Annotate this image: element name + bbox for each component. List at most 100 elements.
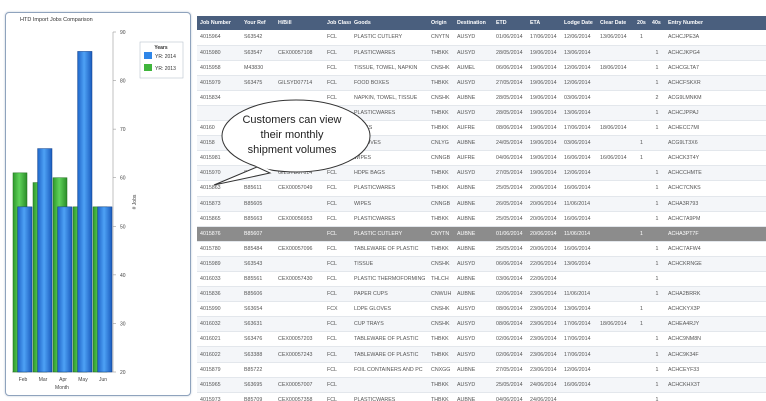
- table-cell: [634, 120, 649, 137]
- table-cell: 4015873: [197, 196, 241, 212]
- table-cell: FCL: [324, 211, 351, 227]
- column-header[interactable]: Job Class: [324, 16, 351, 30]
- table-cell: CEX00057358: [275, 392, 324, 401]
- table-row[interactable]: 4015863 B85611 CEX00057049 FCL PLASTICWARES T…: [197, 180, 766, 197]
- table-cell: [634, 241, 649, 257]
- bar-2014-jun: [97, 206, 113, 373]
- table-row[interactable]: 4016021 S63476 CEX00057203 FCL TABLEWARE OF …: [197, 331, 766, 348]
- table-cell: ACHCKYX3P: [665, 301, 766, 318]
- table-cell: 19/06/2014: [527, 90, 561, 106]
- table-row[interactable]: 4015879 B85722 FCL FOIL CONTAINERS AND PC CN…: [197, 362, 766, 378]
- table-cell: FCL: [324, 377, 351, 393]
- column-header[interactable]: Origin: [428, 16, 454, 30]
- table-cell: S63252: [241, 165, 275, 182]
- column-header[interactable]: Lodge Date: [561, 16, 597, 30]
- table-cell: FCL: [324, 60, 351, 76]
- table-row[interactable]: 4015876 B85607 FCL PLASTIC CUTLERY CNYTN AUBN…: [197, 226, 766, 242]
- table-cell: 1: [649, 362, 665, 378]
- column-header[interactable]: Destination: [454, 16, 493, 30]
- table-cell: 1: [649, 241, 665, 257]
- table-cell: LDPE GLOVES: [351, 301, 428, 318]
- table-cell: AUBNE: [454, 135, 493, 152]
- table-row[interactable]: 4016022 S63388 CEX00057243 FCL TABLEWARE OF …: [197, 346, 766, 363]
- table-cell: AUSYD: [454, 75, 493, 91]
- table-cell: 4016021: [197, 331, 241, 348]
- table-row[interactable]: 4015990 S63654 FCX LDPE GLOVES CNSHK AUSYD 08/…: [197, 301, 766, 318]
- table-row[interactable]: 4016032 S63631 FCL CUP TRAYS CNSHK AUSYD 08/06…: [197, 316, 766, 333]
- table-row[interactable]: 4015965 S63695 CEX00057007 FCL THBKK AUSYD 25/…: [197, 377, 766, 393]
- table-cell: AUBNE: [454, 362, 493, 378]
- y-tick-label: 20: [120, 370, 126, 376]
- table-cell: THBKK: [428, 165, 454, 182]
- table-row[interactable]: 4015979 S63475 GILSYD07714 FCL FOOD BOXES THB…: [197, 75, 766, 91]
- column-header[interactable]: Clear Date: [597, 16, 634, 30]
- table-cell: 25/05/2014: [493, 241, 527, 257]
- table-header-row: Job Number Your Ref H/Bill Job Class Goods Or…: [197, 16, 766, 30]
- table-cell: 04/06/2014: [493, 150, 527, 167]
- callout-line-3: shipment volumes: [247, 144, 337, 156]
- table-row[interactable]: 4015970 S63252 GILSYD07614 FCL HDPE BAGS THBK…: [197, 165, 766, 182]
- bar-2014-apr: [57, 206, 73, 373]
- table-cell: FCL: [324, 196, 351, 212]
- column-header[interactable]: ETD: [493, 16, 527, 30]
- column-header[interactable]: Your Ref: [241, 16, 275, 30]
- table-row[interactable]: 4015780 B85484 CEX00057096 FCL TABLEWARE OF …: [197, 241, 766, 257]
- table-cell: 13/06/2014: [561, 301, 597, 318]
- table-cell: AUBNE: [454, 211, 493, 227]
- table-row[interactable]: 4015980 S63547 CEX00057108 FCL PLASTICWARES T…: [197, 45, 766, 61]
- table-cell: S63654: [241, 301, 275, 318]
- table-cell: PLASTICWARES: [351, 211, 428, 227]
- table-row[interactable]: 4015989 S63543 FCL TISSUE CNSHK AUSYD 06/06/20…: [197, 256, 766, 273]
- column-header[interactable]: Job Number: [197, 16, 241, 30]
- table-cell: 19/06/2014: [527, 105, 561, 122]
- table-cell: THBKK: [428, 105, 454, 122]
- table-cell: 1: [649, 211, 665, 227]
- table-cell: CNYTN: [428, 226, 454, 242]
- column-header[interactable]: 20s: [634, 16, 649, 30]
- table-cell: 11/06/2014: [561, 196, 597, 212]
- table-cell: PLASTICWARES: [351, 392, 428, 401]
- table-cell: FOIL CONTAINERS AND PC: [351, 362, 428, 378]
- table-cell: CNNGB: [428, 150, 454, 167]
- table-cell: 4015980: [197, 45, 241, 61]
- table-row[interactable]: 4015865 B85663 CEX00056953 FCL PLASTICWARES T…: [197, 211, 766, 227]
- table-cell: 27/05/2014: [493, 362, 527, 378]
- table-cell: 25/05/2014: [493, 211, 527, 227]
- table-cell: S63542: [241, 30, 275, 46]
- table-cell: 23/06/2014: [527, 362, 561, 378]
- table-row[interactable]: 4015973 B85709 CEX00057358 FCL PLASTICWARES T…: [197, 392, 766, 401]
- table-row[interactable]: 4015836 B85606 FCL PAPER CUPS CNWUH AUBNE 02/0…: [197, 286, 766, 303]
- table-cell: 1: [649, 331, 665, 348]
- table-cell: PLASTICWARES: [351, 180, 428, 197]
- table-cell: 4015970: [197, 165, 241, 182]
- table-cell: B85484: [241, 241, 275, 257]
- table-cell: ACHCJKPG4: [665, 45, 766, 61]
- table-cell: 02/06/2014: [493, 346, 527, 363]
- table-cell: FCL: [324, 362, 351, 378]
- table-cell: 18/06/2014: [597, 120, 634, 137]
- table-row[interactable]: 4015964 S63542 FCL PLASTIC CUTLERY CNYTN AUSY…: [197, 30, 766, 46]
- table-cell: [597, 256, 634, 273]
- table-cell: 19/06/2014: [527, 150, 561, 167]
- table-cell: 1: [649, 180, 665, 197]
- column-header[interactable]: H/Bill: [275, 16, 324, 30]
- table-cell: 1: [649, 196, 665, 212]
- table-cell: [634, 392, 649, 401]
- table-cell: S63547: [241, 45, 275, 61]
- table-cell: CNSHK: [428, 301, 454, 318]
- table-row[interactable]: 4015958 M43830 FCL TISSUE, TOWEL, NAPKIN CNS…: [197, 60, 766, 76]
- table-row[interactable]: 4015834 FCL NAPKIN, TOWEL, TISSUE CNSHK AUBN…: [197, 90, 766, 106]
- table-cell: 4015863: [197, 180, 241, 197]
- table-row[interactable]: 4015873 B85605 FCL WIPES CNNGB AUBNE 26/05/201…: [197, 196, 766, 212]
- table-cell: FCL: [324, 45, 351, 61]
- table-cell: 24/05/2014: [493, 135, 527, 152]
- table-cell: [634, 105, 649, 122]
- column-header[interactable]: ETA: [527, 16, 561, 30]
- column-header[interactable]: Entry Number: [665, 16, 766, 30]
- column-header[interactable]: 40s: [649, 16, 665, 30]
- table-cell: 22/06/2014: [527, 271, 561, 288]
- table-row[interactable]: 4016033 B85561 CEX00057430 FCL PLASTIC THERM…: [197, 271, 766, 288]
- table-cell: CNSHK: [428, 316, 454, 333]
- legend-title: Years: [154, 45, 168, 51]
- column-header[interactable]: Goods: [351, 16, 428, 30]
